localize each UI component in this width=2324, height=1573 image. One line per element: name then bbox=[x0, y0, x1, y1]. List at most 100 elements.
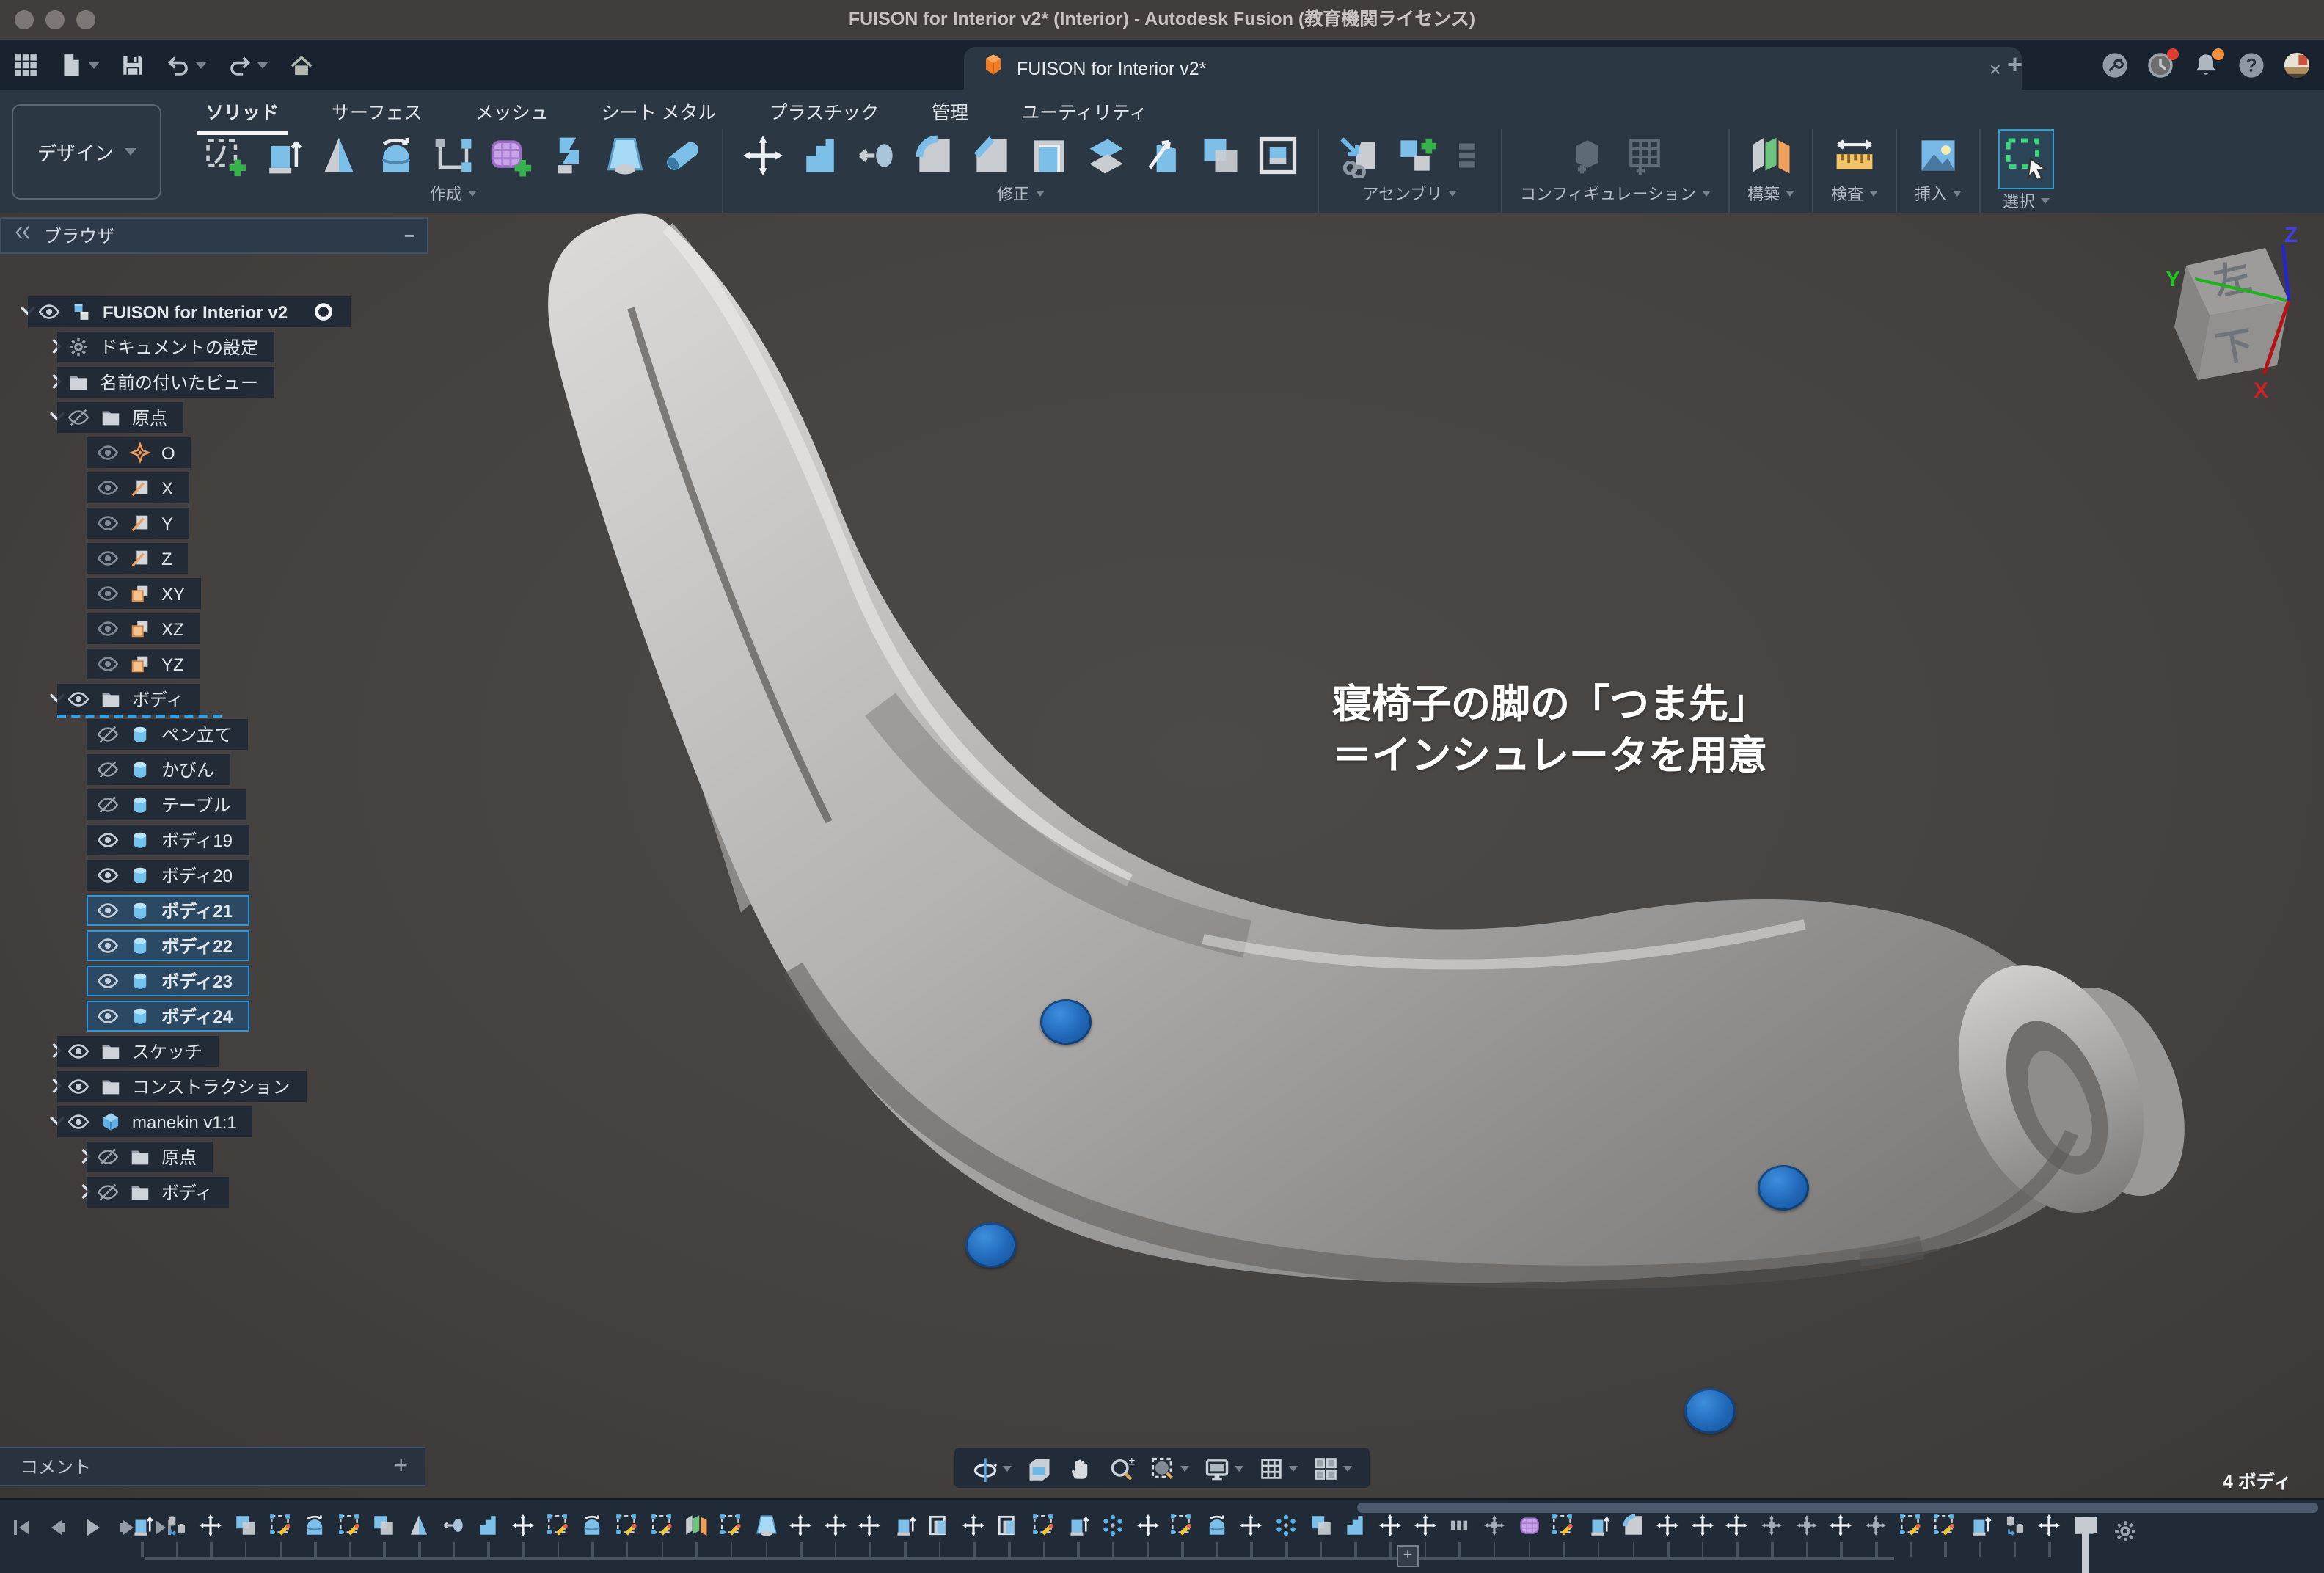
tree-row[interactable]: 原点 bbox=[0, 1142, 428, 1174]
zoom-button[interactable]: ± bbox=[1108, 1455, 1135, 1481]
play-button[interactable] bbox=[81, 1516, 104, 1539]
tree-row[interactable]: コンストラクション bbox=[0, 1071, 428, 1103]
offset-face-button[interactable] bbox=[855, 134, 899, 178]
timeline-feature-move-dim[interactable] bbox=[1759, 1513, 1784, 1545]
visibility-eye-dim-icon[interactable] bbox=[97, 442, 119, 464]
timeline-feature-sketch[interactable] bbox=[719, 1513, 744, 1545]
visibility-eye-on-icon[interactable] bbox=[67, 1111, 89, 1133]
timeline-feature-combine[interactable] bbox=[372, 1513, 397, 1545]
tree-row[interactable]: O bbox=[0, 437, 428, 470]
step-back-button[interactable] bbox=[45, 1516, 69, 1539]
window-zoom-button[interactable] bbox=[1150, 1455, 1189, 1481]
timeline-feature-pattern-circ[interactable] bbox=[1274, 1513, 1298, 1545]
timeline-feature-move[interactable] bbox=[858, 1513, 883, 1545]
timeline-feature-combine[interactable] bbox=[233, 1513, 258, 1545]
timeline-feature-move-dim[interactable] bbox=[1794, 1513, 1819, 1545]
form-new-button[interactable] bbox=[489, 134, 533, 178]
timeline-feature-revolve[interactable] bbox=[580, 1513, 605, 1545]
tree-item[interactable]: X bbox=[87, 472, 189, 503]
visibility-eye-dim-icon[interactable] bbox=[97, 547, 119, 569]
visibility-eye-on-icon[interactable] bbox=[97, 899, 119, 921]
insulator-marker-4[interactable] bbox=[1684, 1388, 1736, 1434]
timeline-feature-sketch[interactable] bbox=[1169, 1513, 1194, 1545]
tree-item[interactable]: ボディ22 bbox=[87, 930, 249, 961]
viewport-3d[interactable]: 寝椅子の脚の「つま先」 ＝インシュレータを用意 左 下 Y Z X ブラウザ − bbox=[0, 213, 2324, 1500]
tree-row[interactable]: XY bbox=[0, 578, 428, 610]
timeline-feature-move[interactable] bbox=[511, 1513, 536, 1545]
document-tab[interactable]: FUISON for Interior v2* × bbox=[964, 47, 2022, 90]
tree-row[interactable]: ボディ19 bbox=[0, 825, 428, 857]
ribbon-group-label[interactable]: 検査 bbox=[1831, 182, 1878, 213]
tree-item[interactable]: manekin v1:1 bbox=[57, 1106, 253, 1137]
timeline-feature-sketch[interactable] bbox=[1551, 1513, 1576, 1545]
avatar-icon[interactable] bbox=[2283, 51, 2311, 79]
orbit-button[interactable] bbox=[972, 1455, 1012, 1481]
tree-row[interactable]: ボディ22 bbox=[0, 930, 428, 963]
add-comment-button[interactable]: + bbox=[394, 1453, 425, 1480]
visibility-eye-on-icon[interactable] bbox=[97, 864, 119, 886]
timeline-feature-move[interactable] bbox=[1725, 1513, 1750, 1545]
timeline-playhead[interactable] bbox=[2082, 1517, 2089, 1573]
display-settings-button[interactable] bbox=[1204, 1455, 1243, 1481]
look-at-button[interactable] bbox=[1026, 1455, 1053, 1481]
tree-item[interactable]: ボディ bbox=[87, 1177, 229, 1208]
tree-row[interactable]: 原点 bbox=[0, 402, 428, 434]
browser-minimize-button[interactable]: − bbox=[404, 225, 415, 247]
tree-row[interactable]: ボディ23 bbox=[0, 966, 428, 998]
file-menu-button[interactable] bbox=[59, 52, 100, 77]
timeline-feature-move-dim[interactable] bbox=[1482, 1513, 1507, 1545]
ribbon-tab-3[interactable]: メッシュ bbox=[475, 97, 549, 131]
timeline-feature-pattern-rect[interactable] bbox=[1447, 1513, 1472, 1545]
timeline-settings-gear-icon[interactable] bbox=[2113, 1519, 2138, 1551]
tree-item[interactable]: XY bbox=[87, 578, 201, 609]
timeline-feature-extrude[interactable] bbox=[1967, 1513, 1992, 1545]
viewcube-front-face-label[interactable]: 下 bbox=[2212, 324, 2256, 371]
timeline-feature-revolve[interactable] bbox=[1205, 1513, 1229, 1545]
timeline-feature-extrude[interactable] bbox=[1586, 1513, 1611, 1545]
activate-component-radio[interactable] bbox=[313, 301, 335, 323]
comment-bar[interactable]: コメント + bbox=[0, 1447, 425, 1486]
pipe-button[interactable] bbox=[660, 134, 704, 178]
tree-row[interactable]: テーブル bbox=[0, 789, 428, 822]
tree-item[interactable]: コンストラクション bbox=[57, 1071, 307, 1102]
split-button[interactable] bbox=[1084, 134, 1128, 178]
timeline-feature-sketch[interactable] bbox=[615, 1513, 640, 1545]
timeline-feature-duplicate[interactable] bbox=[996, 1513, 1021, 1545]
config-table-button[interactable] bbox=[1622, 134, 1666, 178]
ribbon-group-label[interactable]: 挿入 bbox=[1915, 182, 1962, 213]
tree-row[interactable]: XZ bbox=[0, 613, 428, 646]
tree-row[interactable]: ボディ bbox=[0, 684, 428, 716]
tree-row[interactable]: 名前の付いたビュー bbox=[0, 367, 428, 399]
ribbon-tab-7[interactable]: ユーティリティ bbox=[1021, 97, 1147, 131]
tree-item[interactable]: 名前の付いたビュー bbox=[57, 367, 274, 398]
timeline-feature-move[interactable] bbox=[1412, 1513, 1437, 1545]
visibility-eye-dim-icon[interactable] bbox=[97, 477, 119, 499]
combine-button[interactable] bbox=[1199, 134, 1243, 178]
tree-item[interactable]: ドキュメントの設定 bbox=[57, 332, 274, 362]
visibility-eye-on-icon[interactable] bbox=[38, 301, 60, 323]
press-pull-button[interactable] bbox=[798, 134, 842, 178]
tree-item[interactable]: ボディ23 bbox=[87, 966, 249, 996]
notifications-icon[interactable] bbox=[2192, 51, 2220, 79]
tree-item[interactable]: O bbox=[87, 437, 191, 468]
tree-item[interactable]: 原点 bbox=[57, 402, 183, 433]
timeline-feature-move[interactable] bbox=[1829, 1513, 1854, 1545]
tree-item[interactable]: ボディ21 bbox=[87, 895, 249, 926]
tree-item[interactable]: Y bbox=[87, 508, 189, 539]
ribbon-group-label[interactable]: 構築 bbox=[1747, 182, 1794, 213]
visibility-eye-off-icon[interactable] bbox=[97, 794, 119, 816]
tree-item[interactable]: Z bbox=[87, 543, 189, 574]
collapse-panel-icon[interactable] bbox=[13, 222, 32, 249]
browser-header[interactable]: ブラウザ − bbox=[0, 217, 428, 254]
visibility-eye-on-icon[interactable] bbox=[67, 1076, 89, 1098]
replace-face-button[interactable] bbox=[1256, 134, 1300, 178]
timeline-feature-press-pull[interactable] bbox=[1343, 1513, 1368, 1545]
insulator-marker-1[interactable] bbox=[1040, 999, 1092, 1045]
tree-item[interactable]: かびん bbox=[87, 754, 230, 785]
visibility-eye-off-icon[interactable] bbox=[97, 723, 119, 745]
skip-start-button[interactable] bbox=[10, 1516, 34, 1539]
measure-button[interactable] bbox=[1832, 134, 1877, 178]
tree-item[interactable]: テーブル bbox=[87, 789, 247, 820]
redo-button[interactable] bbox=[227, 52, 268, 77]
pan-button[interactable] bbox=[1067, 1455, 1094, 1481]
